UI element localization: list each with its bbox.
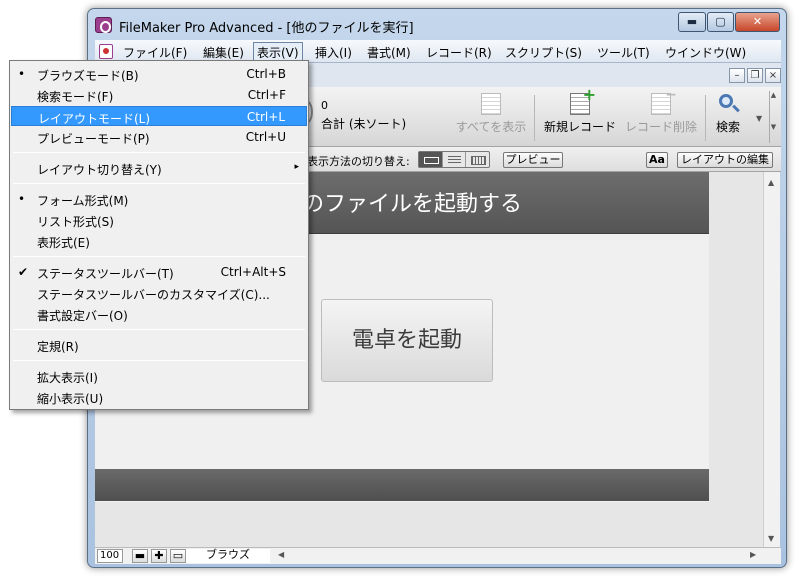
- toolbar-separator: [534, 95, 535, 141]
- scroll-right-arrow-icon[interactable]: ▶: [750, 550, 756, 559]
- footer-band: [95, 469, 709, 501]
- search-dropdown-arrow-icon[interactable]: ▼: [756, 114, 762, 123]
- menu-insert[interactable]: 挿入(I): [315, 44, 352, 61]
- edit-layout-button[interactable]: レイアウトの編集: [677, 152, 773, 168]
- zoom-in-button[interactable]: ✚: [151, 549, 167, 563]
- mode-popup[interactable]: ブラウズ: [185, 549, 270, 563]
- menu-separator: [13, 256, 305, 257]
- menu-item-zoom-out[interactable]: 縮小表示(U): [11, 387, 307, 407]
- menu-separator: [13, 360, 305, 361]
- zoom-out-button[interactable]: ▬: [132, 549, 148, 563]
- delete-record-icon: −: [651, 88, 677, 115]
- menu-item-view-as-form[interactable]: • フォーム形式(M): [11, 189, 307, 209]
- menu-item-go-to-layout[interactable]: レイアウト切り替え(Y) ▸: [11, 158, 307, 178]
- view-as-list-icon[interactable]: [443, 152, 467, 167]
- menu-item-status-toolbar[interactable]: ✔ ステータスツールバー(T) Ctrl+Alt+S: [11, 262, 307, 282]
- menu-item-view-as-list[interactable]: リスト形式(S): [11, 210, 307, 230]
- launch-calculator-button[interactable]: 電卓を起動: [321, 299, 493, 382]
- zoom-level[interactable]: 100: [97, 549, 123, 563]
- menu-window[interactable]: ウインドウ(W): [665, 44, 746, 61]
- magnifier-icon: [718, 93, 740, 115]
- menu-tools[interactable]: ツール(T): [597, 44, 650, 61]
- menu-item-browse-mode[interactable]: • ブラウズモード(B) Ctrl+B: [11, 64, 307, 84]
- radio-bullet-icon: •: [18, 67, 26, 81]
- checkmark-icon: ✔: [18, 265, 29, 279]
- window-title: FileMaker Pro Advanced - [他のファイルを実行]: [119, 21, 414, 36]
- toolbar-separator: [705, 95, 706, 141]
- show-all-button[interactable]: すべてを表示: [455, 93, 527, 143]
- menu-item-zoom-in[interactable]: 拡大表示(I): [11, 366, 307, 386]
- view-menu-dropdown: • ブラウズモード(B) Ctrl+B 検索モード(F) Ctrl+F レイアウ…: [9, 60, 309, 410]
- delete-record-button[interactable]: − レコード削除: [623, 88, 699, 143]
- menu-scripts[interactable]: スクリプト(S): [505, 44, 582, 61]
- menu-separator: [13, 329, 305, 330]
- search-button[interactable]: 検索: [709, 93, 747, 143]
- window-close-button[interactable]: ✕: [735, 12, 780, 32]
- submenu-arrow-icon: ▸: [294, 162, 299, 172]
- menu-item-find-mode[interactable]: 検索モード(F) Ctrl+F: [11, 85, 307, 105]
- show-all-icon: [481, 93, 501, 115]
- record-count: 0: [321, 99, 328, 112]
- view-as-segmented-control: [418, 151, 490, 168]
- toggle-toolbar-button[interactable]: ▭: [170, 549, 186, 563]
- menu-item-layout-mode[interactable]: レイアウトモード(L) Ctrl+L: [11, 106, 307, 126]
- new-record-label: 新規レコード: [543, 120, 616, 134]
- window-minimize-button[interactable]: ▬: [678, 12, 706, 32]
- record-summary: 合計 (未ソート): [321, 117, 407, 131]
- document-icon[interactable]: [99, 44, 113, 59]
- window-maximize-button[interactable]: ▢: [707, 12, 734, 32]
- menu-edit[interactable]: 編集(E): [203, 44, 244, 61]
- delete-record-label: レコード削除: [624, 120, 697, 134]
- view-as-form-icon[interactable]: [419, 152, 443, 167]
- radio-bullet-icon: •: [18, 192, 26, 206]
- child-minimize-button[interactable]: –: [729, 68, 745, 83]
- menu-item-preview-mode[interactable]: プレビューモード(P) Ctrl+U: [11, 127, 307, 147]
- toolbar-overflow-icon[interactable]: ▲ ▼: [769, 91, 777, 143]
- menu-item-ruler[interactable]: 定規(R): [11, 335, 307, 355]
- vertical-scrollbar[interactable]: ▲ ▼: [763, 172, 780, 547]
- menu-item-customize-status-toolbar[interactable]: ステータスツールバーのカスタマイズ(C)...: [11, 283, 307, 303]
- child-restore-button[interactable]: ❐: [747, 68, 763, 83]
- view-as-table-icon[interactable]: [466, 152, 489, 167]
- view-as-label: 表示方法の切り替え:: [307, 155, 410, 168]
- child-close-button[interactable]: ×: [765, 68, 781, 83]
- menu-item-view-as-table[interactable]: 表形式(E): [11, 231, 307, 251]
- menu-records[interactable]: レコード(R): [426, 44, 492, 61]
- menu-item-formatting-bar[interactable]: 書式設定バー(O): [11, 304, 307, 324]
- scroll-down-arrow-icon[interactable]: ▼: [768, 534, 774, 543]
- scroll-left-arrow-icon[interactable]: ◀: [278, 550, 284, 559]
- layout-header-title: のファイルを起動する: [302, 192, 523, 217]
- preview-button[interactable]: プレビュー: [503, 152, 563, 168]
- menu-format[interactable]: 書式(M): [367, 44, 411, 61]
- bottom-status-bar: 100 ▬ ✚ ▭ ブラウズ ◀ ▶: [95, 547, 781, 564]
- scroll-up-arrow-icon[interactable]: ▲: [768, 178, 774, 187]
- show-all-label: すべてを表示: [455, 120, 527, 134]
- menu-file[interactable]: ファイル(F): [123, 44, 187, 61]
- formatting-bar-button[interactable]: Aa: [646, 152, 668, 168]
- filemaker-app-icon[interactable]: [95, 17, 112, 33]
- new-record-button[interactable]: + 新規レコード: [541, 87, 619, 143]
- menu-separator: [13, 152, 305, 153]
- menu-separator: [13, 183, 305, 184]
- search-label: 検索: [715, 120, 740, 134]
- new-record-icon: +: [570, 87, 596, 115]
